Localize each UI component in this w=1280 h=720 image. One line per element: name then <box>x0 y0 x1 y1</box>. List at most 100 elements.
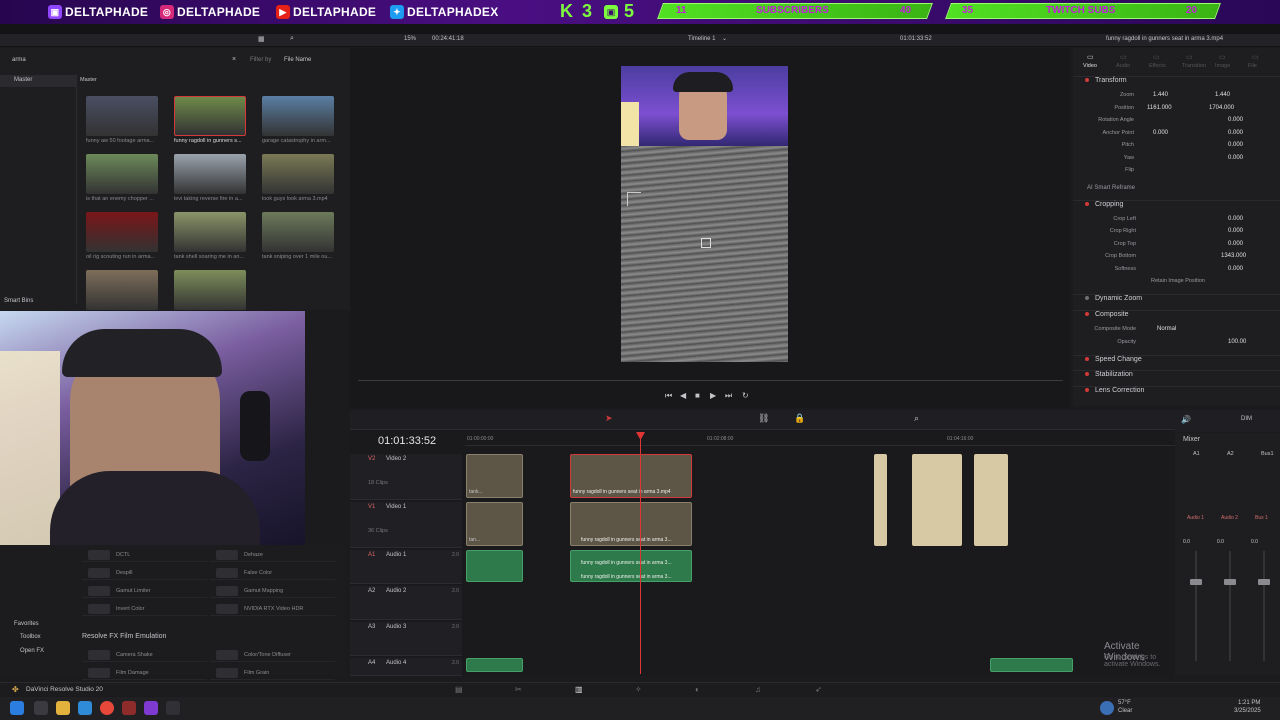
audio4-clip[interactable] <box>990 658 1073 672</box>
stop-icon[interactable]: ■ <box>695 391 700 400</box>
task-view-icon[interactable] <box>34 701 48 715</box>
media-clip-thumbnail[interactable] <box>86 212 158 252</box>
color-page-icon[interactable]: ◐ <box>695 685 700 694</box>
timeline-ruler[interactable]: 01:00:00:00 01:02:08:00 01:04:16:00 <box>465 434 1175 446</box>
effect-item[interactable]: Gamut Limiter <box>82 584 207 598</box>
track-header[interactable]: A3 Audio 3 2.0 <box>350 622 462 656</box>
effect-item[interactable]: Film Damage <box>82 666 207 680</box>
speaker-icon[interactable]: 🔊 <box>1181 415 1191 424</box>
effect-item[interactable]: Film Grain <box>210 666 335 680</box>
zoom-y-value[interactable]: 1.440 <box>1215 92 1230 98</box>
media-clip-thumbnail[interactable] <box>262 154 334 194</box>
rotation-value[interactable]: 0.000 <box>1228 117 1243 123</box>
crop-bottom-value[interactable]: 1343.000 <box>1221 253 1246 259</box>
video2-clip-group[interactable]: tank... <box>466 454 523 498</box>
chevron-down-icon[interactable]: ⌄ <box>722 35 727 42</box>
effect-item[interactable]: Camera Shake <box>82 648 207 662</box>
media-clip-thumbnail[interactable] <box>174 212 246 252</box>
beige-clip[interactable] <box>974 454 1008 546</box>
playhead[interactable] <box>640 434 641 674</box>
mixer-fader[interactable] <box>1190 579 1202 585</box>
search-icon[interactable]: ⌕ <box>290 35 294 43</box>
inspector-tab[interactable]: Transition <box>1182 63 1206 69</box>
play-reverse-icon[interactable]: ◀ <box>680 391 686 400</box>
media-clip-thumbnail[interactable] <box>174 270 246 310</box>
timeline-selector[interactable]: Timeline 1 <box>688 36 715 42</box>
effect-item[interactable]: Gamut Mapping <box>210 584 335 598</box>
effect-item[interactable]: Despill <box>82 566 207 580</box>
media-clip-thumbnail[interactable] <box>174 96 246 136</box>
mixer-fader[interactable] <box>1258 579 1270 585</box>
twitch-app-icon[interactable] <box>144 701 158 715</box>
position-x-value[interactable]: 1161.000 <box>1147 105 1172 111</box>
grid-view-icon[interactable]: ▦ <box>258 35 265 43</box>
dynamic-zoom-section[interactable]: Dynamic Zoom <box>1073 294 1280 308</box>
yaw-value[interactable]: 0.000 <box>1228 155 1243 161</box>
crop-right-value[interactable]: 0.000 <box>1228 228 1243 234</box>
effect-item[interactable]: NVIDIA RTX Video HDR <box>210 602 335 616</box>
track-header[interactable]: V2 Video 2 18 Clips <box>350 454 462 500</box>
beige-clip[interactable] <box>912 454 962 546</box>
cut-page-icon[interactable]: ✂ <box>515 685 522 694</box>
audio4-clip[interactable] <box>466 658 523 672</box>
media-clip-thumbnail[interactable] <box>174 154 246 194</box>
store-icon[interactable] <box>78 701 92 715</box>
close-icon[interactable]: × <box>232 56 236 63</box>
viewer-zoom[interactable]: 15% <box>404 36 416 42</box>
track-header[interactable]: A2 Audio 2 2.0 <box>350 586 462 620</box>
track-header[interactable]: A1 Audio 1 2.0 <box>350 550 462 584</box>
lock-icon[interactable]: 🔒 <box>794 413 805 424</box>
softness-value[interactable]: 0.000 <box>1228 266 1243 272</box>
film-emulation-header[interactable]: Resolve FX Film Emulation <box>82 633 166 640</box>
favorites-label[interactable]: Favorites <box>14 621 39 627</box>
app-icon[interactable] <box>122 701 136 715</box>
crop-left-value[interactable]: 0.000 <box>1228 216 1243 222</box>
media-clip-thumbnail[interactable] <box>86 96 158 136</box>
skip-forward-icon[interactable]: ⏭ <box>725 391 732 401</box>
media-search-input[interactable]: arma <box>12 57 26 63</box>
openfx-label[interactable]: Open FX <box>20 648 44 654</box>
effect-item[interactable]: Color/Tone Diffuser <box>210 648 335 662</box>
lens-correction-section[interactable]: Lens Correction <box>1073 386 1280 400</box>
fusion-page-icon[interactable]: ✧ <box>635 685 642 694</box>
clock-date[interactable]: 3/25/2025 <box>1234 708 1261 714</box>
scrubber-bar[interactable] <box>358 380 1063 381</box>
audio1-clip[interactable]: funny ragdoll in gunners seat in arma 3.… <box>570 550 692 582</box>
inspector-tab[interactable]: Effects <box>1149 63 1166 69</box>
filter-select[interactable]: File Name <box>284 57 311 63</box>
resolve-app-icon[interactable] <box>166 701 180 715</box>
link-icon[interactable]: ⛓ <box>758 413 769 424</box>
loop-icon[interactable]: ↻ <box>742 391 749 400</box>
inspector-tab[interactable]: Audio <box>1116 63 1130 69</box>
edit-page-icon[interactable]: ▥ <box>575 685 583 694</box>
audio1-clip-group[interactable] <box>466 550 523 582</box>
anchor-x-value[interactable]: 0.000 <box>1153 130 1168 136</box>
media-clip-thumbnail[interactable] <box>86 154 158 194</box>
video1-clip-group[interactable]: tan... <box>466 502 523 546</box>
track-header[interactable]: V1 Video 1 36 Clips <box>350 502 462 548</box>
bin-master[interactable]: Master <box>0 75 76 87</box>
video1-clip[interactable]: funny ragdoll in gunners seat in arma 3.… <box>570 502 692 546</box>
track-header[interactable]: A4 Audio 4 2.0 <box>350 658 462 676</box>
smart-reframe-row[interactable]: AI Smart Reframe <box>1073 185 1280 196</box>
crop-top-value[interactable]: 0.000 <box>1228 241 1243 247</box>
dim-button[interactable]: DIM <box>1241 416 1252 422</box>
play-icon[interactable]: ▶ <box>710 391 716 400</box>
clock-time[interactable]: 1:21 PM <box>1238 700 1260 706</box>
transform-section[interactable]: Transform <box>1073 76 1280 90</box>
effect-item[interactable]: Dehaze <box>210 548 335 562</box>
toolbox-label[interactable]: Toolbox <box>20 634 41 640</box>
skip-back-icon[interactable]: ⏮ <box>665 391 672 401</box>
zoom-icon[interactable]: ⌕ <box>914 413 919 424</box>
fairlight-page-icon[interactable]: ♫ <box>755 685 761 694</box>
anchor-y-value[interactable]: 0.000 <box>1228 130 1243 136</box>
beige-clip[interactable] <box>874 454 887 546</box>
inspector-tab[interactable]: File <box>1248 63 1257 69</box>
media-clip-thumbnail[interactable] <box>86 270 158 310</box>
cropping-section[interactable]: Cropping <box>1073 200 1280 214</box>
deliver-page-icon[interactable]: ➶ <box>815 685 822 694</box>
speed-change-section[interactable]: Speed Change <box>1073 355 1280 369</box>
pointer-icon[interactable]: ➤ <box>605 413 613 424</box>
windows-start-icon[interactable] <box>10 701 24 715</box>
composite-mode-select[interactable]: Normal <box>1157 326 1176 332</box>
